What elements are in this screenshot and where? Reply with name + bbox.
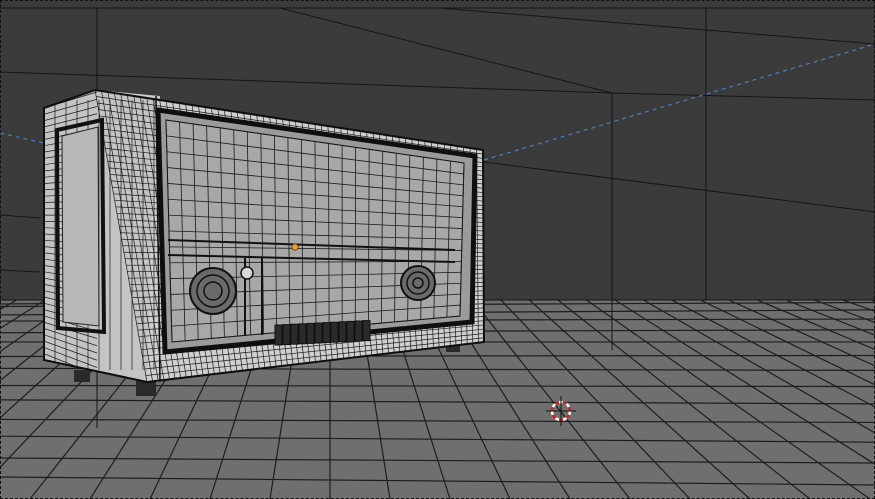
radio-key[interactable] (346, 320, 355, 342)
speaker-left[interactable] (189, 267, 237, 315)
radio-key[interactable] (338, 321, 347, 343)
radio-key[interactable] (314, 322, 323, 344)
radio-key[interactable] (354, 320, 363, 342)
object-origin-dot[interactable] (291, 243, 299, 251)
radio-knob[interactable] (240, 266, 254, 280)
radio-key[interactable] (322, 322, 331, 344)
radio-key[interactable] (290, 323, 299, 345)
speaker-right[interactable] (400, 265, 436, 301)
radio-key[interactable] (330, 321, 339, 343)
viewport-scene[interactable] (0, 0, 875, 499)
radio-foot[interactable] (74, 370, 90, 382)
3d-viewport[interactable] (0, 0, 875, 499)
radio-key[interactable] (306, 322, 315, 344)
radio-key[interactable] (282, 324, 291, 346)
side-inset-face (61, 126, 100, 327)
radio-key[interactable] (274, 324, 283, 346)
radio-key[interactable] (298, 323, 307, 345)
radio-key[interactable] (362, 320, 371, 342)
radio-keys[interactable] (274, 320, 371, 346)
